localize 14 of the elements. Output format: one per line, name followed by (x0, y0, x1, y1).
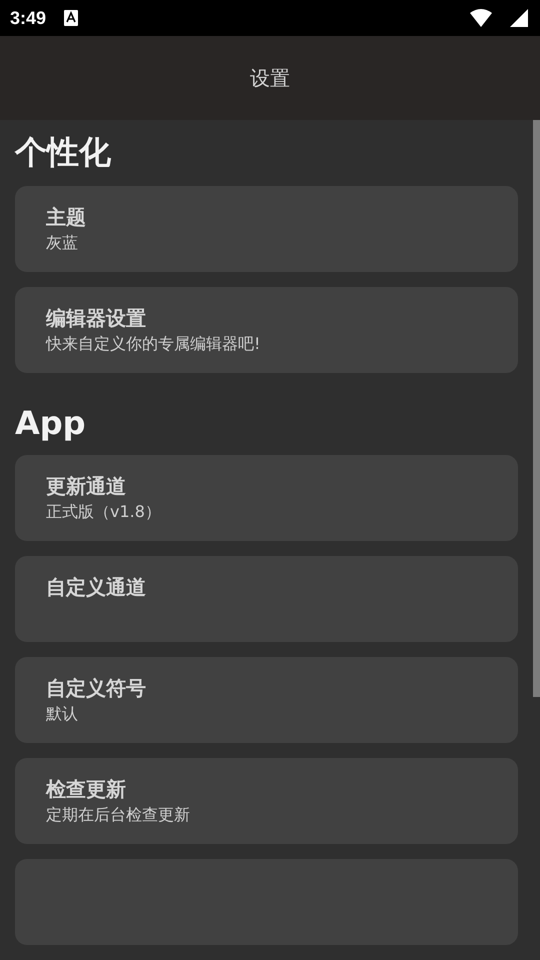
settings-item[interactable]: 编辑器设置 快来自定义你的专属编辑器吧! (15, 287, 518, 374)
section-heading: App (15, 402, 87, 444)
settings-item[interactable]: 自定义符号 默认 (15, 657, 518, 743)
settings-item[interactable]: 检查更新 定期在后台检查更新 (15, 758, 518, 844)
signal-icon (510, 9, 528, 27)
section-heading: 个性化 (15, 132, 112, 174)
scrollbar-thumb[interactable] (533, 120, 540, 697)
page-title: 设置 (250, 64, 290, 92)
notification-icon (64, 10, 78, 26)
settings-item[interactable]: 自定义通道 (15, 556, 518, 642)
settings-item[interactable]: 主题 灰蓝 (15, 186, 518, 272)
settings-item[interactable]: 更新通道 正式版（v1.8） (15, 455, 518, 541)
wifi-icon (470, 9, 492, 27)
status-time: 3:49 (10, 8, 46, 28)
